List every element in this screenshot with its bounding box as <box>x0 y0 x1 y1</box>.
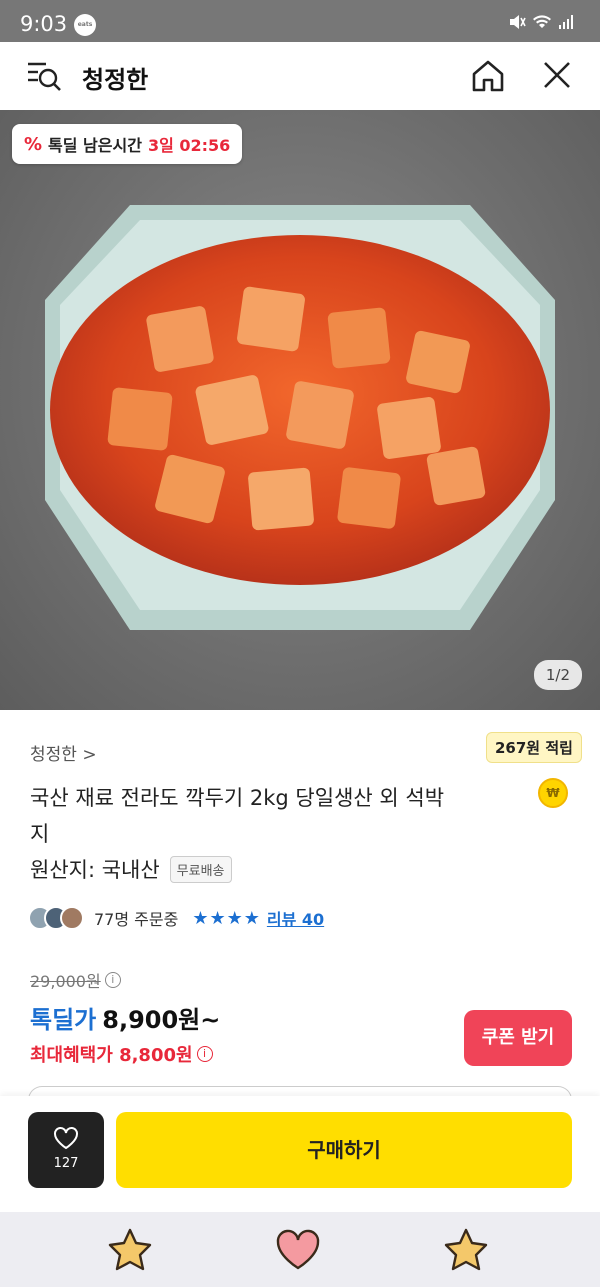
origin-text: 원산지: 국내산 <box>30 858 160 882</box>
product-title: 국산 재료 전라도 깍두기 2kg 당일생산 외 석박지 <box>30 786 445 846</box>
deal-price-row: 톡딜가 8,900원~ <box>30 1000 220 1035</box>
product-image[interactable]: % 톡딜 남은시간 3일 02:56 1/2 <box>0 110 600 710</box>
system-nav-bar <box>0 1212 600 1287</box>
menu-search-icon[interactable] <box>24 56 64 96</box>
bottom-action-bar: 127 구매하기 <box>0 1096 600 1212</box>
coin-icon: ₩ <box>538 778 568 808</box>
seller-link[interactable]: 청정한 > <box>30 740 97 765</box>
star-nav-icon[interactable] <box>106 1226 154 1274</box>
eats-app-badge: eats <box>74 14 96 36</box>
buy-button[interactable]: 구매하기 <box>116 1112 572 1188</box>
avatar <box>60 906 84 930</box>
max-benefit-row: 최대혜택가 8,800원 i <box>30 1041 220 1067</box>
heart-icon <box>54 1127 78 1150</box>
deal-price-label: 톡딜가 <box>30 1006 97 1034</box>
max-benefit-price: 최대혜택가 8,800원 <box>30 1045 193 1066</box>
system-icons <box>508 14 574 30</box>
heart-nav-icon[interactable] <box>274 1226 322 1274</box>
info-icon[interactable]: i <box>196 1046 213 1062</box>
deal-timer-badge: % 톡딜 남은시간 3일 02:56 <box>12 124 243 164</box>
status-bar: 9:03 eats <box>0 0 600 42</box>
order-count: 77명 주문중 <box>94 910 179 929</box>
star-rating-icon: ★★★★ <box>192 907 261 929</box>
app-bar: 청정한 <box>0 42 600 110</box>
star-nav-icon[interactable] <box>442 1226 490 1274</box>
review-link[interactable]: 리뷰 40 <box>267 906 324 930</box>
buyer-avatars <box>28 906 84 930</box>
wifi-icon <box>533 15 551 28</box>
points-badge: 267원 적립 <box>486 732 582 763</box>
image-page-indicator: 1/2 <box>533 660 582 690</box>
info-icon[interactable]: i <box>104 972 121 988</box>
close-icon[interactable] <box>540 58 574 92</box>
page-title: 청정한 <box>82 66 149 94</box>
wishlist-button[interactable]: 127 <box>28 1112 104 1188</box>
deal-timer-value: 3일 02:56 <box>147 136 231 155</box>
deal-timer-label: 톡딜 남은시간 <box>48 136 142 155</box>
kimchi-photo <box>45 205 555 630</box>
percent-icon: % <box>24 133 43 155</box>
deal-price: 8,900원~ <box>102 1006 221 1034</box>
coupon-button[interactable]: 쿠폰 받기 <box>464 1010 572 1066</box>
home-icon[interactable] <box>470 58 506 94</box>
signal-icon <box>559 15 573 29</box>
social-proof-row: 77명 주문중 ★★★★ 리뷰 40 <box>28 906 324 930</box>
original-price: 29,000원 <box>30 972 101 991</box>
price-block: 29,000원 i 톡딜가 8,900원~ 최대혜택가 8,800원 i <box>30 968 220 1067</box>
origin-row: 원산지: 국내산 무료배송 <box>30 854 232 884</box>
mute-icon <box>510 15 526 29</box>
wishlist-count: 127 <box>53 1156 79 1171</box>
status-time: 9:03 <box>20 12 68 36</box>
original-price-row: 29,000원 i <box>30 968 220 992</box>
free-shipping-tag: 무료배송 <box>169 855 232 883</box>
